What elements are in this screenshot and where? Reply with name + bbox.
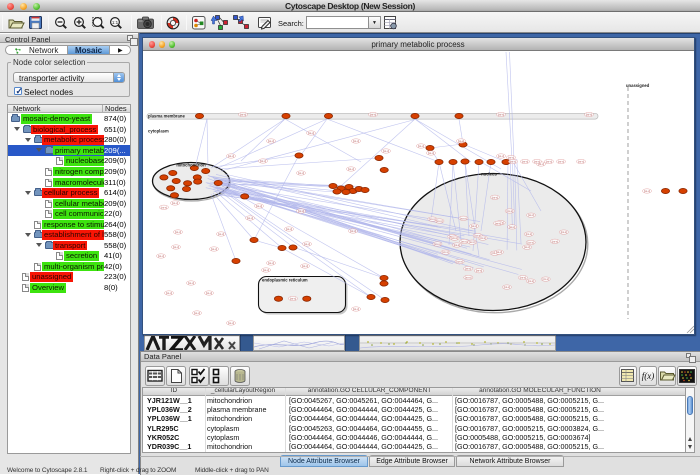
svg-text:[xx-x]: [xx-x] [577, 160, 583, 164]
svg-text:[xx-x]: [xx-x] [503, 285, 509, 289]
svg-text:[xx-x]: [xx-x] [347, 167, 353, 171]
svg-text:[xx-x]: [xx-x] [427, 151, 433, 155]
svg-text:[xx-x]: [xx-x] [442, 250, 448, 254]
svg-text:[xx-x]: [xx-x] [267, 261, 273, 265]
svg-text:[xx-x]: [xx-x] [259, 159, 265, 163]
svg-text:[xx-x]: [xx-x] [369, 113, 375, 117]
svg-text:[xx-x]: [xx-x] [267, 139, 273, 143]
svg-text:[xx-x]: [xx-x] [217, 232, 223, 236]
svg-text:[xx-x]: [xx-x] [174, 230, 180, 234]
svg-text:[xx-x]: [xx-x] [285, 227, 291, 231]
svg-text:[xx-x]: [xx-x] [301, 264, 307, 268]
svg-text:[xx-x]: [xx-x] [491, 195, 497, 199]
svg-text:[xx-x]: [xx-x] [469, 240, 475, 244]
svg-text:[xx-x]: [xx-x] [551, 239, 557, 243]
svg-text:f(x): f(x) [642, 371, 655, 381]
svg-text:[xx-x]: [xx-x] [297, 209, 303, 213]
svg-text:[xx-x]: [xx-x] [525, 232, 531, 236]
svg-text:cytoplasm: cytoplasm [148, 129, 169, 134]
svg-text:[xx-x]: [xx-x] [470, 224, 476, 228]
svg-text:[xx-x]: [xx-x] [527, 213, 533, 217]
svg-text:[xx-x]: [xx-x] [507, 156, 513, 160]
svg-text:[xx-x]: [xx-x] [239, 113, 245, 117]
svg-text:[xx-x]: [xx-x] [187, 281, 193, 285]
svg-text:[xx-x]: [xx-x] [585, 113, 591, 117]
svg-text:plasma membrane: plasma membrane [148, 114, 185, 119]
svg-text:[xx-x]: [xx-x] [382, 149, 388, 153]
svg-text:[xx-x]: [xx-x] [429, 217, 435, 221]
svg-text:[xx-x]: [xx-x] [227, 321, 233, 325]
svg-text:[xx-x]: [xx-x] [297, 171, 303, 175]
svg-text:[xx-x]: [xx-x] [451, 236, 457, 240]
svg-text:[xx-x]: [xx-x] [506, 209, 512, 213]
svg-text:[xx-x]: [xx-x] [352, 139, 358, 143]
svg-text:[xx-x]: [xx-x] [434, 242, 440, 246]
svg-text:[xx-x]: [xx-x] [172, 245, 178, 249]
svg-text:[xx-x]: [xx-x] [460, 216, 466, 220]
svg-text:[xx-x]: [xx-x] [545, 160, 551, 164]
svg-text:[xx-x]: [xx-x] [523, 245, 529, 249]
svg-text:[xx-x]: [xx-x] [542, 277, 548, 281]
svg-text:[xx-x]: [xx-x] [227, 154, 233, 158]
svg-text:[xx-x]: [xx-x] [521, 160, 527, 164]
svg-text:unassigned: unassigned [626, 83, 650, 88]
svg-text:[xx-x]: [xx-x] [349, 229, 355, 233]
svg-text:1:1: 1:1 [112, 20, 119, 25]
svg-text:[xx-x]: [xx-x] [289, 297, 295, 301]
svg-text:[xx-x]: [xx-x] [495, 250, 501, 254]
svg-text:[xx-x]: [xx-x] [465, 276, 471, 280]
svg-text:[xx-x]: [xx-x] [262, 268, 268, 272]
svg-text:[xx-x]: [xx-x] [560, 230, 566, 234]
svg-text:[xx-x]: [xx-x] [464, 267, 470, 271]
svg-text:[xx-x]: [xx-x] [160, 205, 166, 209]
svg-text:[xx-x]: [xx-x] [508, 225, 514, 229]
svg-text:[xx-x]: [xx-x] [456, 260, 462, 264]
svg-text:endoplasmic reticulum: endoplasmic reticulum [262, 278, 308, 283]
svg-text:[xx-x]: [xx-x] [193, 311, 199, 315]
svg-text:[xx-x]: [xx-x] [436, 219, 442, 223]
svg-text:[xx-x]: [xx-x] [303, 242, 309, 246]
svg-text:[xx-x]: [xx-x] [417, 144, 423, 148]
svg-text:[xx-x]: [xx-x] [527, 279, 533, 283]
svg-text:[xx-x]: [xx-x] [494, 221, 500, 225]
svg-text:nucleus: nucleus [481, 172, 497, 177]
svg-text:[xx-x]: [xx-x] [479, 236, 485, 240]
svg-text:[xx-x]: [xx-x] [307, 131, 313, 135]
svg-text:[xx-x]: [xx-x] [352, 307, 358, 311]
svg-text:mitochondrion: mitochondrion [176, 163, 206, 168]
svg-text:[xx-x]: [xx-x] [497, 113, 503, 117]
svg-text:[xx-x]: [xx-x] [519, 276, 525, 280]
svg-text:[xx-x]: [xx-x] [457, 139, 463, 143]
svg-text:[xx-x]: [xx-x] [453, 243, 459, 247]
svg-text:[xx-x]: [xx-x] [509, 160, 515, 164]
svg-text:[xx-x]: [xx-x] [171, 201, 177, 205]
svg-text:[xx-x]: [xx-x] [205, 291, 211, 295]
svg-text:[xx-x]: [xx-x] [157, 254, 163, 258]
svg-text:[xx-x]: [xx-x] [527, 241, 533, 245]
svg-text:[xx-x]: [xx-x] [557, 160, 563, 164]
svg-text:[xx-x]: [xx-x] [475, 269, 481, 273]
svg-text:[xx-x]: [xx-x] [461, 239, 467, 243]
svg-text:[xx-x]: [xx-x] [497, 154, 503, 158]
svg-text:[xx-x]: [xx-x] [246, 216, 252, 220]
svg-text:[xx-x]: [xx-x] [165, 291, 171, 295]
svg-text:[xx-x]: [xx-x] [255, 204, 261, 208]
svg-text:[xx-x]: [xx-x] [210, 247, 216, 251]
svg-text:[xx-x]: [xx-x] [643, 189, 649, 193]
svg-text:[xx-x]: [xx-x] [533, 160, 539, 164]
